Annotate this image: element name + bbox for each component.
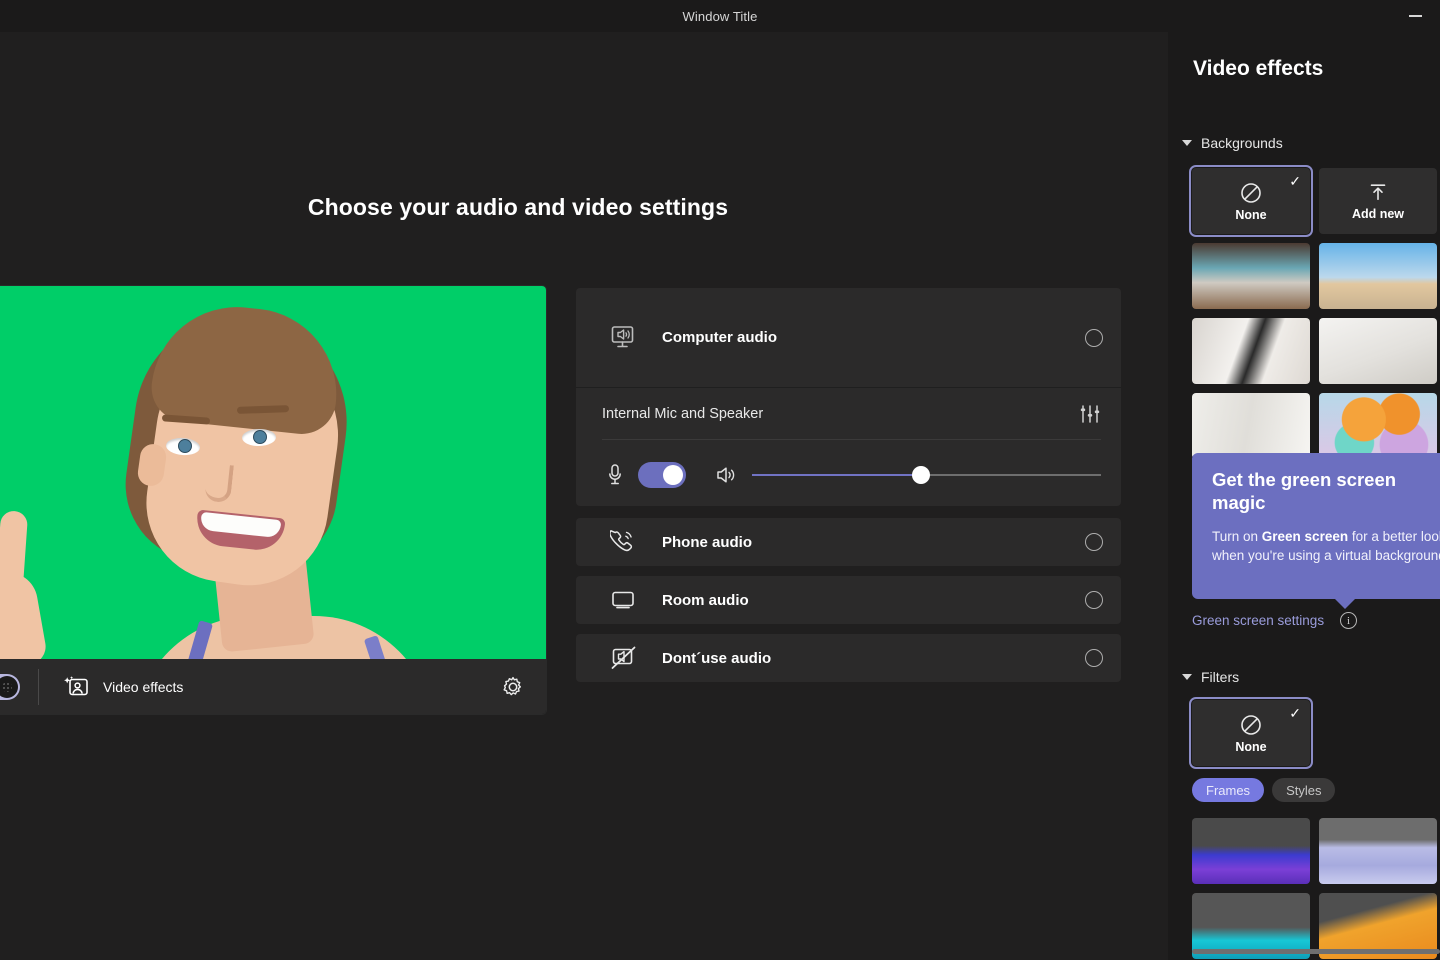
room-audio-radio[interactable] bbox=[1085, 591, 1103, 609]
filters-section-label: Filters bbox=[1201, 669, 1239, 685]
computer-speaker-icon bbox=[610, 324, 644, 352]
video-effects-icon bbox=[63, 675, 89, 699]
filters-grid bbox=[1192, 818, 1440, 960]
no-audio-row[interactable]: Dont´use audio bbox=[576, 634, 1121, 682]
filter-thumb[interactable] bbox=[1192, 818, 1310, 884]
gear-icon[interactable] bbox=[500, 674, 526, 700]
filter-tabs: Frames Styles bbox=[1192, 778, 1335, 802]
green-screen-settings-row: Green screen settings i bbox=[1192, 612, 1357, 629]
backgrounds-section-header[interactable]: Backgrounds bbox=[1182, 135, 1283, 151]
speaker-icon bbox=[712, 464, 742, 486]
backgrounds-section-label: Backgrounds bbox=[1201, 135, 1283, 151]
panel-scrollbar[interactable] bbox=[1192, 949, 1440, 954]
filter-none[interactable]: None ✓ bbox=[1192, 700, 1310, 766]
computer-audio-block: Computer audio Internal Mic and Speaker bbox=[576, 288, 1121, 506]
microphone-toggle[interactable] bbox=[638, 462, 686, 488]
backgrounds-grid: None ✓ Add new bbox=[1192, 168, 1440, 459]
background-thumb[interactable] bbox=[1192, 243, 1310, 309]
tab-frames[interactable]: Frames bbox=[1192, 778, 1264, 802]
background-thumb[interactable] bbox=[1319, 243, 1437, 309]
background-thumb[interactable] bbox=[1319, 318, 1437, 384]
computer-audio-label: Computer audio bbox=[662, 329, 777, 346]
info-icon[interactable]: i bbox=[1340, 612, 1357, 629]
promo-body-prefix: Turn on bbox=[1212, 529, 1262, 544]
check-icon: ✓ bbox=[1289, 174, 1301, 188]
chevron-down-icon bbox=[1182, 674, 1192, 680]
check-icon: ✓ bbox=[1289, 706, 1301, 720]
video-preview: Video effects bbox=[0, 286, 546, 714]
room-audio-label: Room audio bbox=[662, 592, 749, 609]
person-image bbox=[0, 286, 546, 659]
promo-tail bbox=[1334, 598, 1356, 609]
camera-toggle[interactable] bbox=[0, 674, 20, 700]
main-stage: Choose your audio and video settings bbox=[0, 32, 1168, 960]
no-background-icon bbox=[1239, 181, 1263, 205]
green-screen-settings-link[interactable]: Green screen settings bbox=[1192, 613, 1324, 628]
promo-body: Turn on Green screen for a better look w… bbox=[1212, 528, 1440, 566]
volume-slider[interactable] bbox=[752, 466, 1101, 484]
toolbar-divider bbox=[38, 669, 39, 705]
title-bar: Window Title bbox=[0, 0, 1440, 32]
background-none-label: None bbox=[1235, 208, 1266, 222]
volume-slider-thumb[interactable] bbox=[912, 466, 930, 484]
equalizer-icon[interactable] bbox=[1079, 404, 1101, 424]
filters-section-header[interactable]: Filters bbox=[1182, 669, 1239, 685]
video-effects-label: Video effects bbox=[103, 679, 183, 695]
preview-toolbar: Video effects bbox=[0, 659, 546, 714]
filter-thumb[interactable] bbox=[1319, 818, 1437, 884]
video-effects-panel: Video effects Backgrounds None ✓ bbox=[1168, 32, 1440, 960]
no-audio-radio[interactable] bbox=[1085, 649, 1103, 667]
audio-settings: Computer audio Internal Mic and Speaker bbox=[576, 288, 1121, 692]
background-add-new-label: Add new bbox=[1352, 207, 1404, 221]
page-title: Choose your audio and video settings bbox=[0, 194, 1036, 221]
green-screen-promo: Get the green screen magic Turn on Green… bbox=[1192, 453, 1440, 599]
phone-audio-label: Phone audio bbox=[662, 534, 752, 551]
tab-styles[interactable]: Styles bbox=[1272, 778, 1335, 802]
no-filter-icon bbox=[1239, 713, 1263, 737]
computer-audio-radio[interactable] bbox=[1085, 329, 1103, 347]
chevron-down-icon bbox=[1182, 140, 1192, 146]
no-audio-label: Dont´use audio bbox=[662, 650, 771, 667]
phone-icon bbox=[610, 529, 644, 555]
microphone-icon bbox=[602, 463, 628, 487]
phone-audio-radio[interactable] bbox=[1085, 533, 1103, 551]
camera-feed bbox=[0, 286, 546, 659]
app-window: Window Title Choose your audio and video… bbox=[0, 0, 1440, 960]
background-add-new[interactable]: Add new bbox=[1319, 168, 1437, 234]
device-name: Internal Mic and Speaker bbox=[602, 406, 763, 422]
computer-audio-row[interactable]: Computer audio bbox=[576, 288, 1121, 388]
promo-title: Get the green screen magic bbox=[1212, 469, 1440, 514]
minimize-button[interactable] bbox=[1404, 5, 1426, 27]
background-thumb[interactable] bbox=[1319, 393, 1437, 459]
device-section: Internal Mic and Speaker bbox=[576, 388, 1121, 506]
background-thumb[interactable] bbox=[1192, 318, 1310, 384]
no-audio-icon bbox=[610, 645, 644, 671]
filter-none-label: None bbox=[1235, 740, 1266, 754]
window-title: Window Title bbox=[683, 9, 758, 24]
filters-none-wrapper: None ✓ bbox=[1192, 700, 1310, 766]
background-none[interactable]: None ✓ bbox=[1192, 168, 1310, 234]
room-audio-row[interactable]: Room audio bbox=[576, 576, 1121, 624]
upload-icon bbox=[1367, 182, 1389, 204]
device-row: Internal Mic and Speaker bbox=[602, 388, 1101, 440]
video-effects-button[interactable]: Video effects bbox=[63, 675, 183, 699]
promo-body-bold: Green screen bbox=[1262, 529, 1348, 544]
monitor-icon bbox=[610, 588, 644, 612]
phone-audio-row[interactable]: Phone audio bbox=[576, 518, 1121, 566]
audio-controls-row bbox=[602, 440, 1101, 488]
panel-title: Video effects bbox=[1193, 57, 1323, 81]
background-thumb[interactable] bbox=[1192, 393, 1310, 459]
